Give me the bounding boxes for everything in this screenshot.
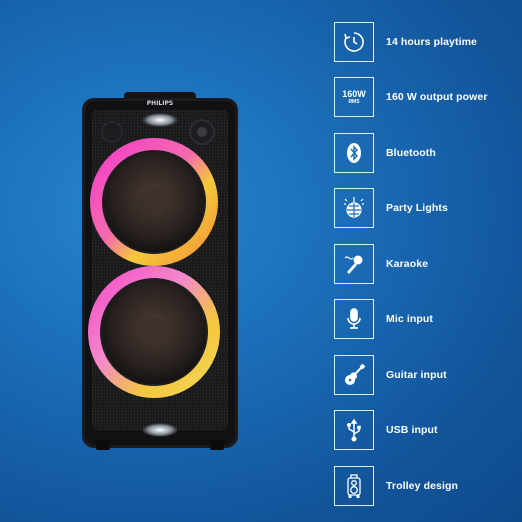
wattage-badge-icon: 160W RMS	[334, 77, 374, 117]
karaoke-mic-icon	[334, 244, 374, 284]
feature-item-mic-input: Mic input	[334, 297, 522, 341]
feature-item-party-lights: Party Lights	[334, 186, 522, 230]
feature-label: Guitar input	[386, 369, 447, 381]
watt-badge-value: 160W	[342, 88, 366, 99]
feature-label: Trolley design	[386, 480, 459, 492]
feature-item-playtime: 14 hours playtime	[334, 20, 522, 64]
watt-badge-unit: RMS	[348, 98, 360, 105]
feature-item-usb-input: USB input	[334, 408, 522, 452]
feature-label: Mic input	[386, 313, 433, 325]
brand-logo: PHILIPS	[147, 100, 173, 107]
feature-item-karaoke: Karaoke	[334, 242, 522, 286]
feature-label: Party Lights	[386, 202, 448, 214]
feature-item-output-power: 160W RMS 160 W output power	[334, 75, 522, 119]
feature-item-bluetooth: Bluetooth	[334, 131, 522, 175]
feature-label: Karaoke	[386, 258, 429, 270]
bluetooth-icon	[334, 133, 374, 173]
product-feature-banner: PHILIPS 14 hours playtime 160W RMS 160 W…	[0, 0, 522, 522]
usb-icon	[334, 410, 374, 450]
feature-item-guitar-input: Guitar input	[334, 353, 522, 397]
feature-label: 14 hours playtime	[386, 36, 477, 48]
feature-list: 14 hours playtime 160W RMS 160 W output …	[334, 16, 522, 516]
timer-icon	[334, 22, 374, 62]
feature-label: 160 W output power	[386, 91, 488, 103]
feature-label: Bluetooth	[386, 147, 436, 159]
disco-ball-icon	[334, 188, 374, 228]
microphone-icon	[334, 299, 374, 339]
feature-item-trolley-design: Trolley design	[334, 464, 522, 508]
party-speaker-image: PHILIPS	[82, 92, 238, 450]
guitar-icon	[334, 355, 374, 395]
feature-label: USB input	[386, 424, 438, 436]
trolley-speaker-icon	[334, 466, 374, 506]
